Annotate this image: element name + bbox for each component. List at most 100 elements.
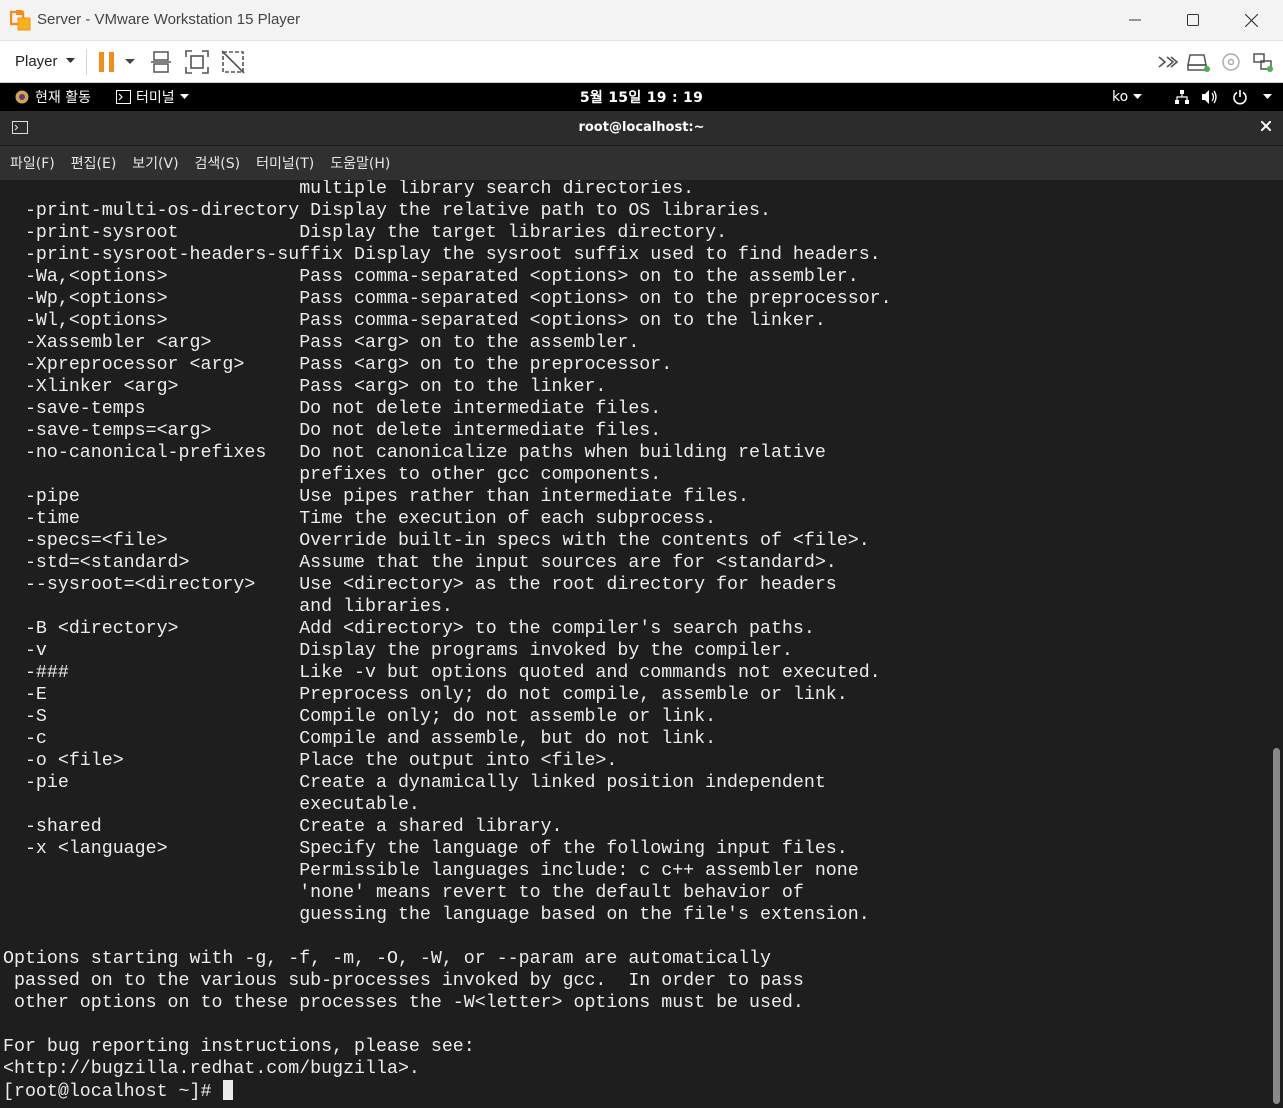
menu-search[interactable]: 검색(S) — [189, 153, 247, 173]
terminal-line: -save-temps Do not delete intermediate f… — [3, 399, 662, 419]
terminal-line: other options on to these processes the … — [3, 993, 804, 1013]
terminal-line: -print-sysroot Display the target librar… — [3, 223, 728, 243]
terminal-line: -S Compile only; do not assemble or link… — [3, 707, 717, 727]
gnome-top-bar: 5월 15일 19 : 19 현재 활동 터미널 ko — [0, 83, 1283, 111]
terminal-line: -Xlinker <arg> Pass <arg> on to the link… — [3, 377, 607, 397]
player-menu-button[interactable]: Player — [9, 49, 81, 73]
terminal-line: For bug reporting instructions, please s… — [3, 1037, 475, 1057]
cd-icon — [1222, 53, 1240, 71]
terminal-app-icon — [116, 90, 131, 104]
chevron-down-icon — [1133, 94, 1143, 99]
terminal-close-button[interactable] — [1260, 119, 1272, 135]
terminal-line: <http://bugzilla.redhat.com/bugzilla>. — [3, 1059, 420, 1079]
unity-icon — [221, 50, 245, 74]
network-wired-icon — [1175, 90, 1189, 104]
terminal-line: -c Compile and assemble, but do not link… — [3, 729, 717, 749]
window-title: Server - VMware Workstation 15 Player — [37, 11, 301, 28]
shell-prompt: [root@localhost ~]# — [3, 1082, 223, 1102]
close-icon — [1244, 13, 1258, 27]
terminal-line: --sysroot=<directory> Use <directory> as… — [3, 575, 837, 595]
terminal-line: prefixes to other gcc components. — [3, 465, 662, 485]
app-menu-label: 터미널 — [136, 90, 175, 106]
terminal-line: -Wp,<options> Pass comma-separated <opti… — [3, 289, 892, 309]
vmware-toolbar: Player — [0, 41, 1283, 83]
activities-label: 현재 활동 — [35, 90, 91, 106]
menu-view[interactable]: 보기(V) — [126, 153, 184, 173]
keyboard-layout-button[interactable]: ko — [1112, 83, 1143, 111]
terminal-line: -E Preprocess only; do not compile, asse… — [3, 685, 848, 705]
terminal-line: -v Display the programs invoked by the c… — [3, 641, 793, 661]
window-title-bar[interactable]: Server - VMware Workstation 15 Player — [0, 0, 1283, 41]
pause-button[interactable] — [94, 49, 120, 75]
menu-file[interactable]: 파일(F) — [4, 153, 61, 173]
minimize-icon — [1129, 19, 1141, 21]
power-icon — [1233, 90, 1247, 105]
system-menu-button[interactable] — [1174, 83, 1272, 111]
terminal-line: Options starting with -g, -f, -m, -O, -W… — [3, 949, 771, 969]
terminal-line: -pipe Use pipes rather than intermediate… — [3, 487, 749, 507]
terminal-line: -shared Create a shared library. — [3, 817, 563, 837]
terminal-line: -time Time the execution of each subproc… — [3, 509, 717, 529]
chevron-down-icon — [65, 58, 75, 63]
terminal-line: and libraries. — [3, 597, 453, 617]
more-icon — [1158, 56, 1178, 68]
terminal-line: multiple library search directories. — [3, 180, 695, 199]
terminal-line: -save-temps=<arg> Do not delete intermed… — [3, 421, 662, 441]
fit-guest-icon — [185, 50, 209, 74]
terminal-line: -std=<standard> Assume that the input so… — [3, 553, 837, 573]
terminal-line: -o <file> Place the output into <file>. — [3, 751, 618, 771]
more-devices-button[interactable] — [1155, 49, 1181, 75]
terminal-line: -x <language> Specify the language of th… — [3, 839, 848, 859]
chevron-down-icon — [1263, 94, 1272, 99]
terminal-line: 'none' means revert to the default behav… — [3, 883, 804, 903]
terminal-line: -specs=<file> Override built-in specs wi… — [3, 531, 870, 551]
menu-terminal[interactable]: 터미널(T) — [250, 153, 320, 173]
cd-drive-button[interactable] — [1218, 49, 1244, 75]
fit-guest-button[interactable] — [184, 49, 210, 75]
minimize-button[interactable] — [1106, 0, 1164, 40]
send-ctrl-alt-del-button[interactable] — [148, 49, 174, 75]
maximize-icon — [1187, 14, 1199, 26]
terminal-line: -Xassembler <arg> Pass <arg> on to the a… — [3, 333, 640, 353]
terminal-output-area[interactable]: multiple library search directories. -pr… — [0, 180, 1270, 1108]
terminal-line: guessing the language based on the file'… — [3, 905, 870, 925]
pause-icon — [99, 52, 114, 72]
unity-button[interactable] — [220, 49, 246, 75]
keyboard-layout-label: ko — [1112, 89, 1129, 105]
player-label: Player — [15, 52, 58, 70]
terminal-scrollbar-thumb[interactable] — [1273, 748, 1280, 1104]
terminal-output: multiple library search directories. -pr… — [3, 180, 892, 1103]
menu-help[interactable]: 도움말(H) — [324, 153, 396, 173]
dropdown-arrow-icon — [125, 59, 135, 64]
vmware-logo-icon — [10, 10, 31, 31]
terminal-menubar: 파일(F) 편집(E) 보기(V) 검색(S) 터미널(T) 도움말(H) — [0, 146, 1283, 180]
terminal-line: executable. — [3, 795, 420, 815]
hard-disk-button[interactable] — [1185, 49, 1211, 75]
hard-disk-icon — [1187, 54, 1210, 72]
terminal-line: -Xpreprocessor <arg> Pass <arg> on to th… — [3, 355, 673, 375]
terminal-line: Permissible languages include: c c++ ass… — [3, 861, 859, 881]
menu-edit[interactable]: 편집(E) — [65, 153, 123, 173]
chevron-down-icon — [179, 94, 189, 99]
terminal-line: -### Like -v but options quoted and comm… — [3, 663, 881, 683]
clock[interactable]: 5월 15일 19 : 19 — [0, 83, 1283, 111]
app-menu-button[interactable]: 터미널 — [116, 83, 189, 111]
terminal-header-bar[interactable]: root@localhost:~ — [0, 111, 1283, 146]
close-icon — [1260, 120, 1272, 132]
terminal-line: -B <directory> Add <directory> to the co… — [3, 619, 815, 639]
close-button[interactable] — [1222, 0, 1280, 40]
network-button[interactable] — [1250, 49, 1276, 75]
terminal-line: -no-canonical-prefixes Do not canonicali… — [3, 443, 826, 463]
network-icon — [1253, 53, 1273, 72]
terminal-line: -pie Create a dynamically linked positio… — [3, 773, 826, 793]
maximize-button[interactable] — [1164, 0, 1222, 40]
pause-dropdown-button[interactable] — [120, 49, 140, 75]
activities-button[interactable]: 현재 활동 — [14, 83, 91, 111]
terminal-line: -Wa,<options> Pass comma-separated <opti… — [3, 267, 859, 287]
toolbar-divider — [86, 49, 87, 75]
terminal-line: passed on to the various sub-processes i… — [3, 971, 804, 991]
activities-icon — [15, 90, 29, 104]
volume-icon — [1202, 90, 1217, 104]
terminal-line: -Wl,<options> Pass comma-separated <opti… — [3, 311, 826, 331]
text-cursor — [223, 1080, 234, 1100]
